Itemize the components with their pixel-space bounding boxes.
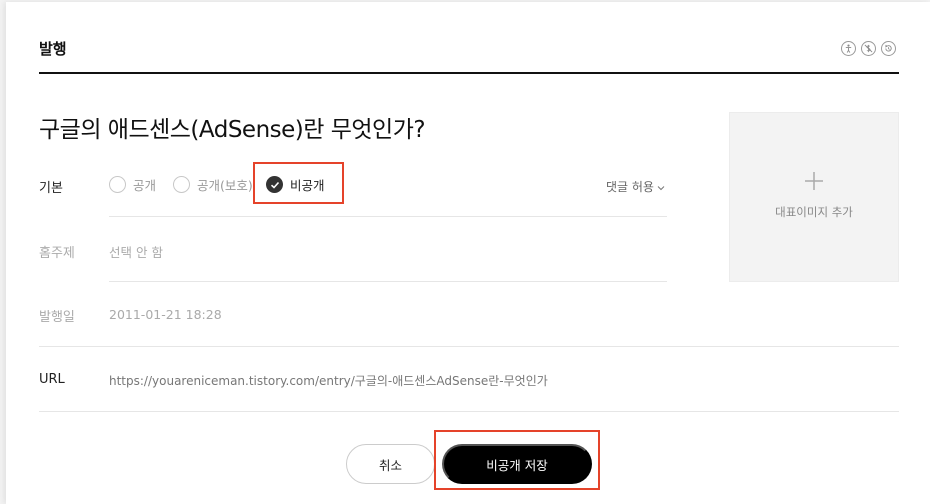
row-divider xyxy=(109,216,667,217)
post-title: 구글의 애드센스(AdSense)란 무엇인가? xyxy=(39,117,426,143)
thumbnail-upload[interactable]: 대표이미지 추가 xyxy=(729,112,899,282)
publish-date-value[interactable]: 2011-01-21 18:28 xyxy=(109,307,222,322)
chevron-down-icon xyxy=(657,180,665,194)
comment-toggle[interactable]: 댓글 허용 xyxy=(606,178,665,195)
visibility-label: 기본 xyxy=(39,181,63,196)
radio-private-label: 비공개 xyxy=(290,178,325,193)
publish-date-label: 발행일 xyxy=(39,310,75,325)
radio-protected-label: 공개(보호) xyxy=(197,178,253,193)
radio-private[interactable]: 비공개 xyxy=(266,175,325,194)
row-divider xyxy=(39,411,899,412)
header-icon-group xyxy=(841,41,896,56)
accessibility-icon[interactable] xyxy=(841,41,856,56)
no-money-icon[interactable] xyxy=(861,41,876,56)
radio-public[interactable]: 공개 xyxy=(109,175,156,194)
row-divider xyxy=(109,281,667,282)
header-divider xyxy=(39,72,899,74)
topic-label: 홈주제 xyxy=(39,246,75,261)
history-icon[interactable] xyxy=(881,41,896,56)
radio-protected[interactable]: 공개(보호) xyxy=(173,175,253,194)
url-value[interactable]: https://youareniceman.tistory.com/entry/… xyxy=(109,372,548,389)
radio-circle xyxy=(173,176,190,193)
url-label: URL xyxy=(39,372,65,387)
publish-panel: 발행 구글의 애드센스(AdSense)란 무엇인가? 기본 공개 공개(보호)… xyxy=(6,2,930,504)
topic-value[interactable]: 선택 안 함 xyxy=(109,242,163,261)
private-save-button[interactable]: 비공개 저장 xyxy=(442,444,592,484)
thumbnail-label: 대표이미지 추가 xyxy=(775,205,853,219)
radio-circle xyxy=(109,176,126,193)
row-divider xyxy=(39,346,899,347)
plus-icon xyxy=(804,171,824,195)
check-icon xyxy=(266,176,283,193)
panel-title: 발행 xyxy=(39,40,67,58)
radio-public-label: 공개 xyxy=(133,178,157,193)
comment-toggle-label: 댓글 허용 xyxy=(606,180,654,194)
cancel-button[interactable]: 취소 xyxy=(346,444,435,484)
